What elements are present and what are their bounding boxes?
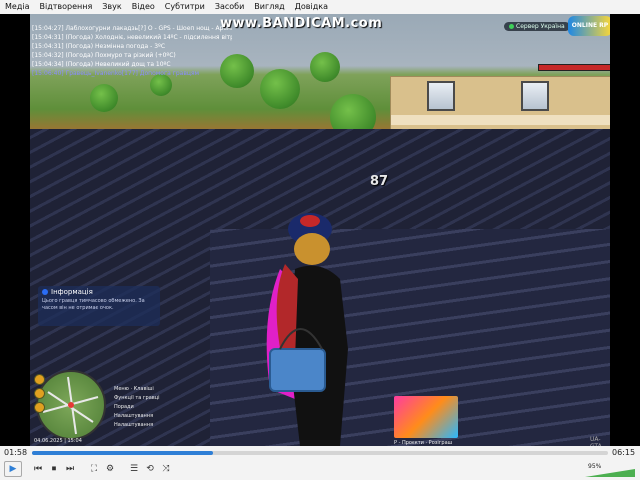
- minimap: [36, 370, 106, 440]
- bandicam-watermark: www.BANDICAM.com: [220, 16, 383, 31]
- game-datetime: 04.06.2025 | 15:04: [34, 438, 82, 444]
- hair: [294, 233, 330, 265]
- seek-progress: [32, 451, 214, 455]
- fullscreen-button[interactable]: ⛶: [86, 462, 102, 476]
- menu-bar: Медіа Відтворення Звук Відео Субтитри За…: [0, 0, 640, 14]
- floor-line: [391, 115, 610, 125]
- previous-button[interactable]: ⏮: [30, 462, 46, 476]
- menu-playback[interactable]: Відтворення: [34, 0, 97, 14]
- chat-line: [15:04:32] (Погода) Похмуро та різкий (+…: [32, 52, 176, 59]
- tree: [260, 69, 300, 109]
- minimap-roads: [42, 376, 99, 435]
- menu-help[interactable]: Довідка: [290, 0, 333, 14]
- tree: [310, 52, 340, 82]
- info-title: Інформація: [42, 288, 156, 296]
- health-bar: [538, 64, 610, 71]
- distance-marker: 87: [370, 174, 389, 189]
- hud-button-icon[interactable]: [34, 402, 45, 413]
- window: [521, 81, 549, 111]
- chat-line: [15:04:34] (Погода) Невеликий дощ та 10º…: [32, 61, 171, 68]
- next-button[interactable]: ⏭: [62, 462, 78, 476]
- menu-tools[interactable]: Засоби: [210, 0, 249, 14]
- chat-line: [15:04:31] (Погода) Незмінна погода - 3º…: [32, 43, 166, 50]
- menu-video[interactable]: Відео: [127, 0, 160, 14]
- game-logo: ONLINE RP: [568, 16, 610, 36]
- menu-media[interactable]: Медіа: [0, 0, 34, 14]
- shuffle-button[interactable]: ⤨: [158, 462, 174, 476]
- play-button[interactable]: ▶: [4, 461, 22, 477]
- stop-button[interactable]: ⏹: [46, 462, 62, 476]
- extended-settings-button[interactable]: ⚙: [102, 462, 118, 476]
- video-surface[interactable]: 87 Інформація Цього гравця тимчасово обм…: [0, 14, 640, 446]
- info-notification: Інформація Цього гравця тимчасово обмеже…: [38, 286, 160, 326]
- window: [427, 81, 455, 111]
- game-watermark: UA-GTA 5.0: [590, 436, 602, 446]
- blue-handbag: [269, 348, 326, 392]
- playlist-button[interactable]: ☰: [126, 462, 142, 476]
- menu-audio[interactable]: Звук: [97, 0, 126, 14]
- info-icon: [42, 289, 48, 295]
- hud-button-icon[interactable]: [34, 374, 45, 385]
- promo-banner: Р - Проєкти · Розіграш: [394, 396, 458, 446]
- volume-level: 95%: [588, 463, 602, 470]
- online-dot-icon: [509, 24, 514, 29]
- info-body: Цього гравця тимчасово обмежено. За часо…: [42, 298, 145, 311]
- volume-slider[interactable]: [585, 469, 635, 477]
- chat-line: [15:04:31] (Погода) Холодніє, невеликий …: [32, 34, 232, 41]
- elapsed-time: 01:58: [4, 448, 28, 457]
- chat-line: [15:04:27] Лаблохогурни лакадзь[?] О - G…: [32, 25, 232, 32]
- menu-subtitles[interactable]: Субтитри: [160, 0, 210, 14]
- hud-menu-item[interactable]: Налаштування: [114, 421, 160, 430]
- server-badge: Сервер Україна: [504, 22, 570, 31]
- hud-button-icon[interactable]: [34, 388, 45, 399]
- seek-slider[interactable]: [32, 451, 608, 455]
- hud-menu-list: Меню · Клавіші Функції та гравці Поради …: [114, 385, 160, 430]
- tree: [90, 84, 118, 112]
- chat-line: [15:06:40] Гравець_Ivanenko[177] Допомог…: [32, 70, 200, 77]
- cap-logo: [300, 215, 320, 227]
- game-scene: 87 Інформація Цього гравця тимчасово обм…: [30, 14, 610, 446]
- game-chat: [15:04:27] Лаблохогурни лакадзь[?] О - G…: [32, 24, 232, 78]
- menu-view[interactable]: Вигляд: [249, 0, 289, 14]
- total-time: 06:15: [612, 448, 636, 457]
- hud-menu-item[interactable]: Функції та гравці: [114, 394, 160, 403]
- player-character: [266, 213, 348, 446]
- loop-button[interactable]: ⟲: [142, 462, 158, 476]
- hud-menu-item[interactable]: Поради: [114, 403, 160, 412]
- hud-menu-item[interactable]: Меню · Клавіші: [114, 385, 160, 394]
- hud-menu-item[interactable]: Налаштування: [114, 412, 160, 421]
